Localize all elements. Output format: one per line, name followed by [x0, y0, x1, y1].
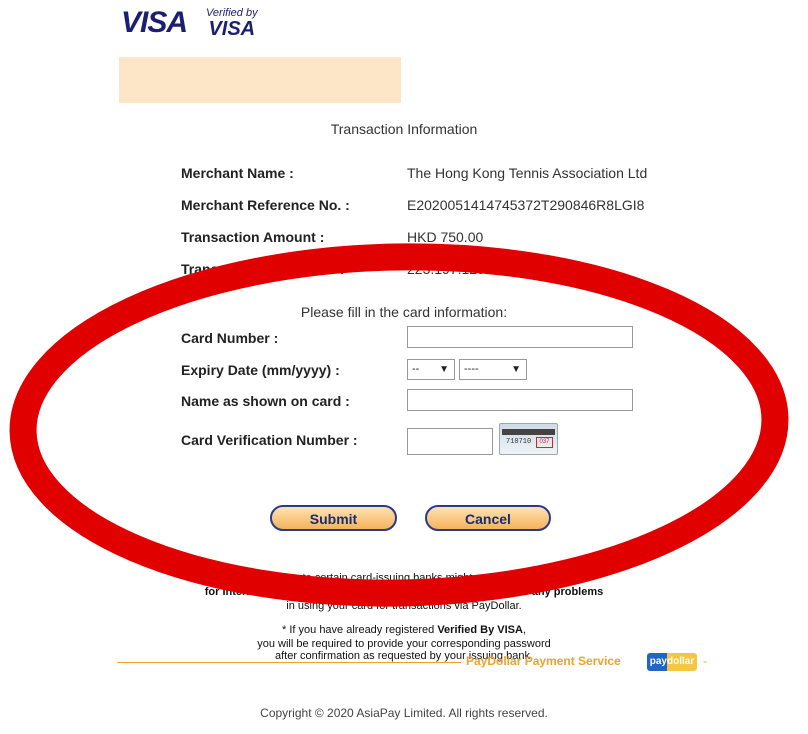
expiry-month-select[interactable]: -- ▼: [407, 359, 455, 380]
cardholder-name-input[interactable]: [407, 389, 633, 411]
footer-divider: [117, 662, 461, 663]
expiry-month-value: --: [412, 363, 420, 375]
merchant-ref-value: E2020051414745372T290846R8LGI8: [407, 197, 645, 213]
transaction-ip-label: Transaction IP Address :: [181, 261, 345, 277]
card-number-label: Card Number :: [181, 330, 279, 346]
vbv-notice-prefix: * If you have already registered: [282, 624, 438, 636]
merchant-banner: [119, 57, 401, 103]
vbv-notice-suffix: ,: [522, 624, 526, 636]
cvv-image-digits: 710710: [506, 438, 532, 446]
cvv-label: Card Verification Number :: [181, 432, 358, 448]
verified-by-visa-logo: Verified by VISA: [206, 8, 258, 40]
transaction-amount-value: HKD 750.00: [407, 229, 484, 245]
magnetic-stripe: [502, 429, 555, 435]
expiry-year-select[interactable]: ---- ▼: [459, 359, 527, 380]
notice-line2: for Internet transactions, please contac…: [204, 586, 604, 598]
submit-button[interactable]: Submit: [270, 505, 397, 531]
notice-line3: in using your card for transactions via …: [286, 600, 522, 612]
transaction-amount-label: Transaction Amount :: [181, 229, 325, 245]
chevron-down-icon: ▼: [511, 364, 521, 375]
paydollar-logo: paydollar: [647, 653, 697, 671]
expiry-date-label: Expiry Date (mm/yyyy) :: [181, 362, 340, 378]
vbv-notice-line1: * If you have already registered Verifie…: [0, 624, 808, 637]
cvv-image-box: 037: [536, 437, 553, 448]
card-cvv-icon: 710710 037: [499, 423, 558, 455]
cardholder-name-label: Name as shown on card :: [181, 393, 350, 409]
vbv-notice-bold: Verified By VISA: [437, 624, 523, 636]
visa-logo: VISA: [121, 6, 188, 39]
card-form-title: Please fill in the card information:: [300, 304, 508, 320]
footer-dash: -: [703, 654, 707, 668]
expiry-year-value: ----: [464, 363, 479, 375]
cvv-input[interactable]: [407, 428, 493, 455]
copyright-text: Copyright © 2020 AsiaPay Limited. All ri…: [260, 706, 548, 720]
merchant-name-label: Merchant Name :: [181, 165, 294, 181]
chevron-down-icon: ▼: [439, 364, 449, 375]
cancel-button[interactable]: Cancel: [425, 505, 551, 531]
merchant-name-value: The Hong Kong Tennis Association Ltd: [407, 165, 648, 181]
card-number-input[interactable]: [407, 326, 633, 348]
transaction-ip-value: 223.197.129.182: [407, 261, 513, 277]
vbv-line2: VISA: [208, 18, 256, 40]
paydollar-service-text: PayDollar Payment Service: [466, 654, 621, 668]
transaction-title: Transaction Information: [330, 121, 478, 137]
merchant-ref-label: Merchant Reference No. :: [181, 197, 350, 213]
notice-line1: Please note certain card-issuing banks m…: [253, 572, 555, 584]
